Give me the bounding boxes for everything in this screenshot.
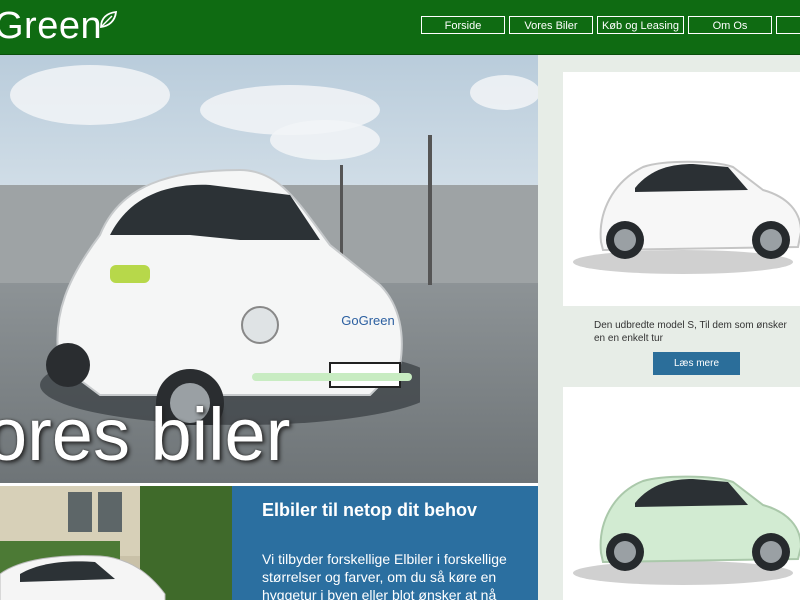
mint-fiat-image bbox=[573, 475, 800, 585]
nav-item-more[interactable] bbox=[776, 16, 800, 34]
hero-title: ores biler bbox=[0, 393, 291, 476]
nav-item-om-os[interactable]: Om Os bbox=[688, 16, 772, 34]
white-fiat-image bbox=[573, 160, 800, 274]
cloud bbox=[270, 120, 380, 160]
logo-text[interactable]: Green bbox=[0, 4, 102, 48]
main-nav: Forside Vores Biler Køb og Leasing Om Os bbox=[421, 16, 800, 34]
nav-item-koeb-og-leasing[interactable]: Køb og Leasing bbox=[597, 16, 684, 34]
car-card-image-white[interactable] bbox=[563, 72, 800, 306]
nav-item-forside[interactable]: Forside bbox=[421, 16, 505, 34]
leaf-icon bbox=[100, 10, 118, 29]
nav-item-vores-biler[interactable]: Vores Biler bbox=[509, 16, 593, 34]
hero-banner: GoGreen ores biler bbox=[0, 55, 538, 483]
car-card-image-mint[interactable] bbox=[563, 387, 800, 600]
hero-car-image bbox=[40, 168, 420, 425]
house-car-photo bbox=[0, 486, 232, 600]
read-more-button[interactable]: Læs mere bbox=[653, 352, 740, 375]
info-title: Elbiler til netop dit behov bbox=[262, 500, 478, 520]
info-panel: Elbiler til netop dit behov Vi tilbyder … bbox=[232, 486, 538, 603]
site-header: Green Forside Vores Biler Køb og Leasing… bbox=[0, 0, 800, 55]
white-car-image bbox=[0, 555, 166, 600]
info-body: Vi tilbyder forskellige Elbiler i forske… bbox=[262, 551, 507, 603]
license-plate: GoGreen bbox=[341, 313, 395, 328]
cloud bbox=[470, 75, 538, 110]
window bbox=[68, 492, 92, 532]
window bbox=[98, 492, 122, 532]
car-card-description: Den udbredte model S, Til dem som ønsker… bbox=[594, 320, 787, 344]
street-lamp bbox=[428, 135, 432, 285]
cloud bbox=[10, 65, 170, 125]
